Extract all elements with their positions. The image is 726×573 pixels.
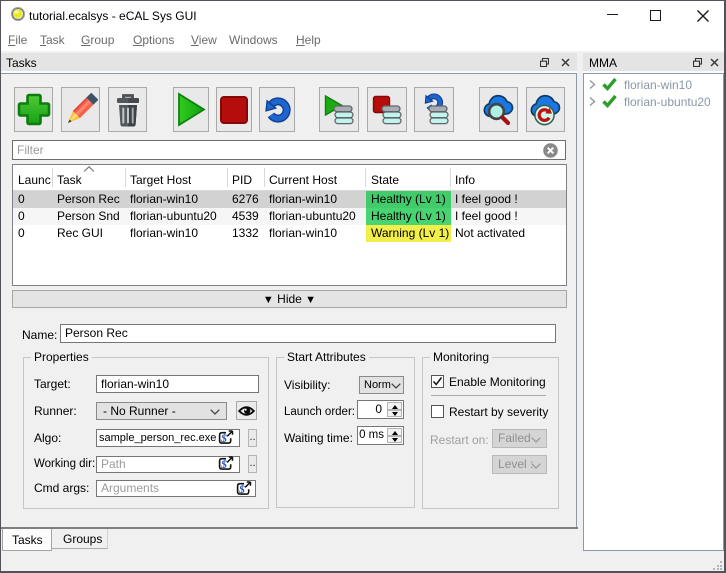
svg-text:$: $ xyxy=(238,483,245,496)
svg-text:$: $ xyxy=(220,458,227,471)
svg-text:$: $ xyxy=(220,432,227,445)
